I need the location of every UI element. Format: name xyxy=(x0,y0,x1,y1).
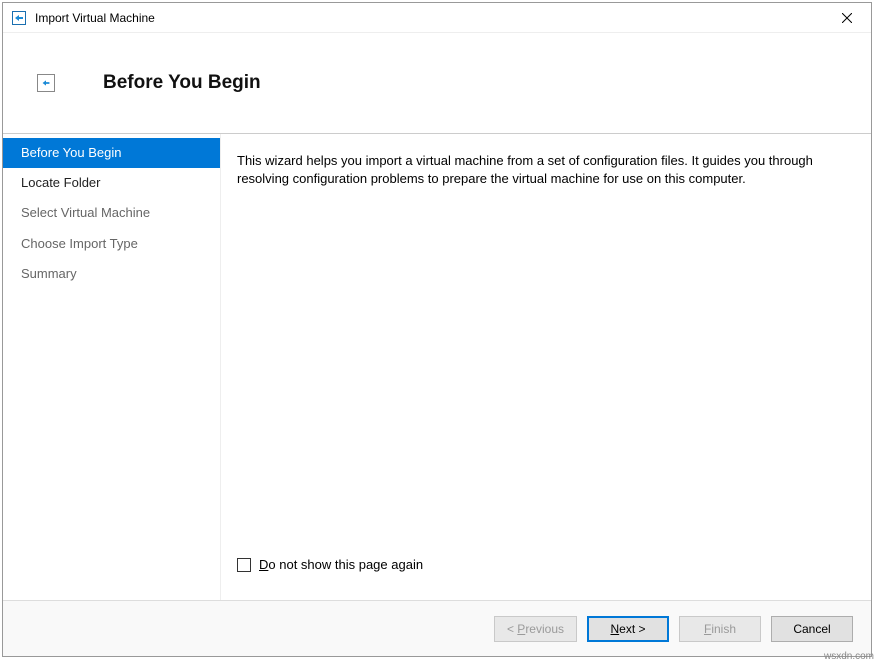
page-title: Before You Begin xyxy=(103,72,261,94)
step-before-you-begin[interactable]: Before You Begin xyxy=(3,138,220,168)
wizard-steps-sidebar: Before You Begin Locate Folder Select Vi… xyxy=(3,134,220,600)
wizard-description: This wizard helps you import a virtual m… xyxy=(237,152,849,187)
do-not-show-checkbox-row[interactable]: Do not show this page again xyxy=(237,557,849,572)
titlebar: Import Virtual Machine xyxy=(3,3,871,33)
next-button[interactable]: Next > xyxy=(587,616,669,642)
do-not-show-label: Do not show this page again xyxy=(259,557,423,572)
close-button[interactable] xyxy=(827,4,867,32)
step-choose-import-type[interactable]: Choose Import Type xyxy=(3,229,220,259)
do-not-show-checkbox[interactable] xyxy=(237,558,251,572)
previous-button: < Previous xyxy=(494,616,577,642)
step-locate-folder[interactable]: Locate Folder xyxy=(3,168,220,198)
step-summary[interactable]: Summary xyxy=(3,259,220,289)
wizard-header: Before You Begin xyxy=(3,33,871,133)
cancel-button[interactable]: Cancel xyxy=(771,616,853,642)
watermark: wsxdn.com xyxy=(824,651,874,662)
app-icon xyxy=(11,10,27,26)
wizard-content: This wizard helps you import a virtual m… xyxy=(220,134,871,600)
step-select-virtual-machine[interactable]: Select Virtual Machine xyxy=(3,198,220,228)
window-title: Import Virtual Machine xyxy=(35,11,827,25)
wizard-footer: < Previous Next > Finish Cancel xyxy=(3,600,871,656)
import-icon xyxy=(37,74,55,92)
finish-button: Finish xyxy=(679,616,761,642)
wizard-window: Import Virtual Machine Before You Begin … xyxy=(2,2,872,657)
wizard-body: Before You Begin Locate Folder Select Vi… xyxy=(3,134,871,600)
